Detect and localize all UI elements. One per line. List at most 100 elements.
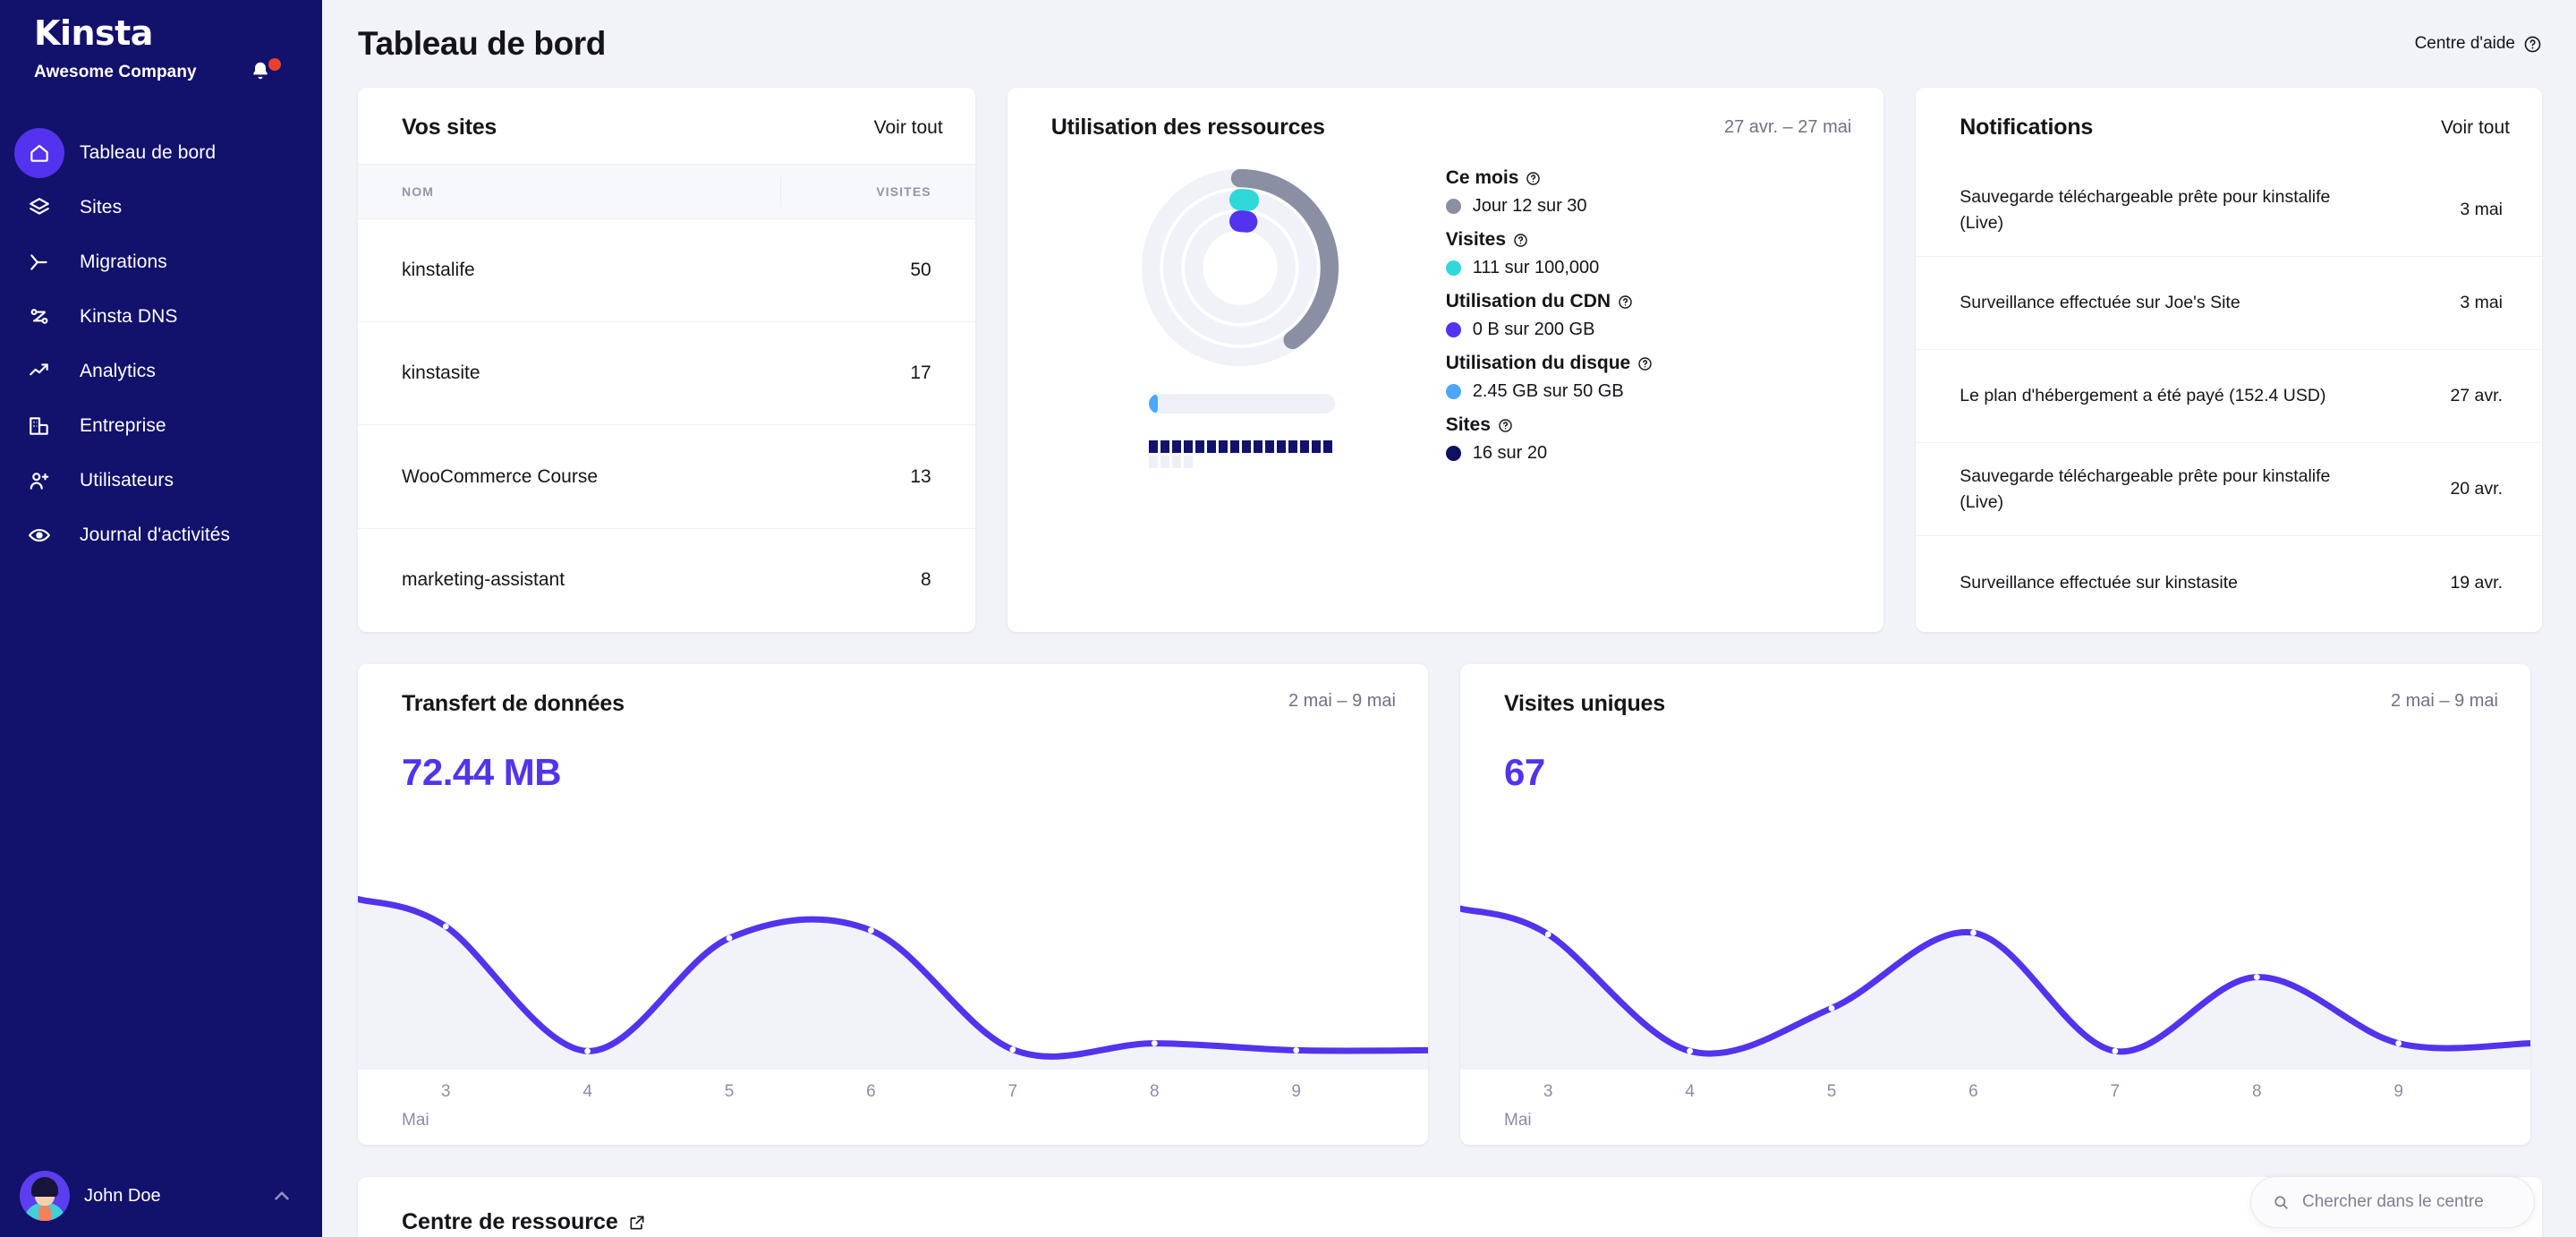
site-block — [1183, 456, 1193, 468]
site-block — [1160, 440, 1169, 453]
your-sites-view-all-link[interactable]: Voir tout — [874, 117, 943, 139]
list-item[interactable]: Surveillance effectuée sur Joe's Site 3 … — [1916, 257, 2542, 350]
brand-logo[interactable]: Kinsta — [0, 0, 322, 52]
building-icon — [14, 401, 64, 451]
help-circle-icon[interactable] — [1498, 418, 1513, 433]
metric-sites: Sites 16 sur 20 — [1445, 414, 1654, 464]
metric-label-text: Ce mois — [1445, 167, 1519, 188]
x-axis-tick: 5 — [724, 1082, 735, 1101]
eye-icon — [14, 510, 64, 560]
sidebar-nav: Tableau de bord Sites Migrations Kinsta … — [0, 126, 322, 562]
notification-text: Sauvegarde téléchargeable prête pour kin… — [1960, 187, 2331, 233]
sidebar-item-entreprise[interactable]: Entreprise — [0, 399, 322, 453]
sidebar: Kinsta Awesome Company Tableau de bord S… — [0, 0, 322, 1237]
sidebar-item-migrations[interactable]: Migrations — [0, 235, 322, 289]
your-sites-card: Vos sites Voir tout NOM VISITES kinstali… — [358, 88, 975, 632]
user-plus-icon — [14, 456, 64, 506]
trending-up-icon — [14, 346, 64, 397]
help-circle-icon[interactable] — [1513, 233, 1528, 248]
unique-visits-x-axis: Mai 3 4 5 6 7 8 9 — [1460, 1070, 2530, 1145]
help-center-link[interactable]: Centre d'aide — [2415, 34, 2542, 54]
site-name: WooCommerce Course — [402, 465, 599, 487]
unique-visits-date-range: 2 mai – 9 mai — [2390, 691, 2498, 711]
sidebar-item-sites[interactable]: Sites — [0, 181, 322, 235]
sidebar-item-journal-dactivites[interactable]: Journal d'activités — [0, 508, 322, 562]
site-visits: 13 — [910, 465, 931, 487]
metric-label: Visites — [1446, 229, 1654, 251]
resource-center-label: Centre de ressource — [402, 1209, 618, 1234]
sidebar-label-analytics: Analytics — [80, 360, 156, 381]
table-row[interactable]: kinstasite 17 — [358, 322, 975, 426]
layers-icon — [14, 183, 64, 233]
list-item[interactable]: Sauvegarde téléchargeable prête pour kin… — [1916, 164, 2542, 257]
external-link-icon — [630, 1216, 644, 1229]
x-axis-tick: 7 — [1007, 1082, 1018, 1101]
sidebar-label-tableau-de-bord: Tableau de bord — [80, 141, 217, 163]
table-row[interactable]: marketing-assistant 8 — [358, 529, 975, 632]
sidebar-label-kinsta-dns: Kinsta DNS — [80, 305, 178, 327]
site-block — [1148, 440, 1158, 453]
site-name: kinstasite — [402, 363, 480, 384]
resource-usage-header: Utilisation des ressources 27 avr. – 27 … — [1007, 88, 1884, 164]
sidebar-item-utilisateurs[interactable]: Utilisateurs — [0, 454, 322, 508]
site-block — [1299, 440, 1309, 453]
site-block — [1229, 440, 1239, 453]
resource-center-search[interactable]: Chercher dans le centre — [2250, 1176, 2535, 1228]
dashboard-app: Kinsta Awesome Company Tableau de bord S… — [0, 0, 2576, 1237]
notification-text: Sauvegarde téléchargeable prête pour kin… — [1960, 466, 2331, 512]
list-item[interactable]: Surveillance effectuée sur kinstasite 19… — [1916, 536, 2542, 629]
x-axis-month-label: Mai — [1504, 1111, 1532, 1130]
metric-value-row: 111 sur 100,000 — [1445, 258, 1654, 278]
x-axis-tick: 8 — [1149, 1082, 1160, 1101]
search-icon — [2274, 1195, 2288, 1209]
x-axis-tick: 9 — [2393, 1082, 2403, 1101]
metric-label: Utilisation du CDN — [1446, 291, 1654, 312]
table-row[interactable]: WooCommerce Course 13 — [358, 425, 975, 529]
dashboard-content: Vos sites Voir tout NOM VISITES kinstali… — [322, 88, 2576, 1237]
metric-ce-mois: Ce mois Jour 12 sur 30 — [1445, 167, 1654, 217]
help-circle-icon[interactable] — [1618, 294, 1633, 310]
resource-gauges — [1007, 164, 1446, 476]
site-block — [1288, 440, 1297, 453]
resource-center-card: Centre de ressource — [358, 1177, 2542, 1237]
x-axis-tick: 4 — [582, 1082, 592, 1101]
resource-center-link[interactable]: Centre de ressource — [402, 1209, 646, 1235]
metric-value-row: 0 B sur 200 GB — [1445, 320, 1654, 340]
help-circle-icon[interactable] — [1526, 171, 1541, 186]
legend-dot-cdn — [1445, 322, 1461, 337]
unique-visits-plot — [1460, 891, 2530, 1070]
user-menu-button[interactable]: John Doe — [0, 1155, 322, 1237]
metric-value: 16 sur 20 — [1472, 443, 1548, 463]
metric-value: 111 sur 100,000 — [1472, 258, 1600, 277]
resource-usage-body: Ce mois Jour 12 sur 30 Visites 111 sur 1… — [1007, 164, 1884, 476]
notification-text: Surveillance effectuée sur Joe's Site — [1960, 293, 2240, 313]
notifications-bell-button[interactable] — [249, 57, 281, 86]
topbar: Tableau de bord Centre d'aide — [322, 0, 2576, 88]
avatar — [20, 1171, 70, 1221]
notifications-view-all-link[interactable]: Voir tout — [2441, 117, 2510, 139]
site-block — [1276, 440, 1286, 453]
search-input[interactable]: Chercher dans le centre — [2302, 1192, 2484, 1212]
list-item[interactable]: Le plan d'hébergement a été payé (152.4 … — [1916, 350, 2542, 443]
site-block — [1264, 440, 1274, 453]
help-circle-icon[interactable] — [1637, 356, 1653, 371]
metric-value: Jour 12 sur 30 — [1472, 196, 1587, 216]
notification-date: 19 avr. — [2450, 572, 2503, 593]
list-item[interactable]: Sauvegarde téléchargeable prête pour kin… — [1916, 443, 2542, 536]
site-block — [1183, 440, 1193, 453]
sidebar-item-tableau-de-bord[interactable]: Tableau de bord — [0, 126, 322, 180]
x-axis-tick: 3 — [1543, 1082, 1553, 1101]
site-block — [1311, 440, 1321, 453]
help-circle-icon — [2524, 36, 2541, 52]
sites-column-name: NOM — [402, 183, 434, 199]
metric-label: Utilisation du disque — [1446, 353, 1654, 374]
table-row[interactable]: kinstalife 50 — [358, 219, 975, 322]
site-block — [1253, 440, 1262, 453]
metric-value-row: 2.45 GB sur 50 GB — [1445, 381, 1654, 402]
sidebar-label-sites: Sites — [80, 196, 123, 218]
legend-dot-visits — [1445, 260, 1461, 276]
sidebar-item-kinsta-dns[interactable]: Kinsta DNS — [0, 290, 322, 344]
notifications-header: Notifications Voir tout — [1916, 88, 2542, 164]
your-sites-title: Vos sites — [402, 115, 497, 140]
sidebar-item-analytics[interactable]: Analytics — [0, 345, 322, 398]
